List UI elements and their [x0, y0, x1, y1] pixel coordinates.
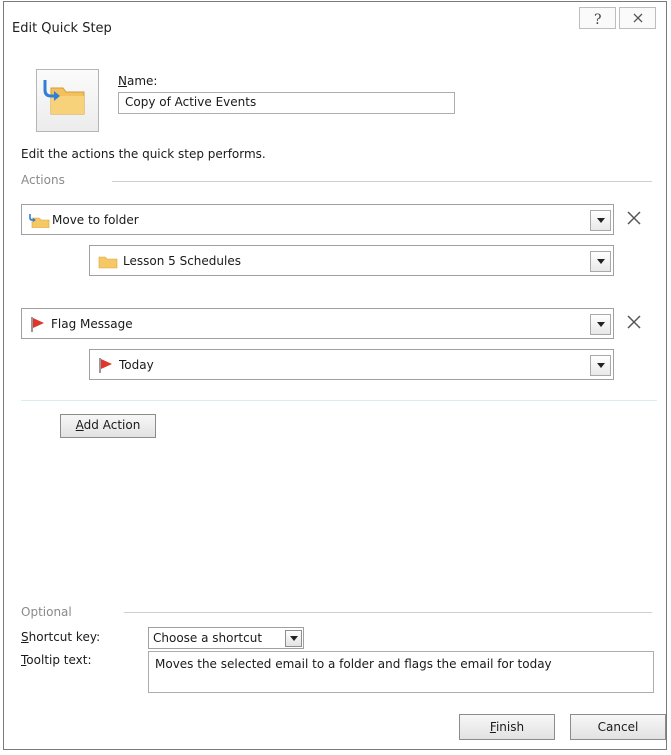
- action-1-label: Move to folder: [52, 213, 139, 227]
- action-1-dropdown-button[interactable]: [590, 210, 611, 231]
- cancel-button[interactable]: Cancel: [570, 714, 666, 740]
- chevron-down-icon: [596, 322, 605, 327]
- help-button[interactable]: ?: [579, 7, 616, 29]
- action-2-select[interactable]: Flag Message: [21, 308, 614, 339]
- chevron-down-icon: [596, 363, 605, 368]
- edit-quick-step-dialog: Edit Quick Step ? Name: Copy of Active E…: [3, 1, 667, 750]
- optional-section-line: [124, 612, 652, 613]
- name-input[interactable]: Copy of Active Events: [118, 92, 455, 114]
- action-1-folder-dropdown-button[interactable]: [590, 251, 611, 272]
- folder-icon: [98, 256, 118, 269]
- action-2-dropdown-button[interactable]: [590, 314, 611, 335]
- add-action-button[interactable]: Add Action: [60, 414, 156, 438]
- tooltip-text-input[interactable]: Moves the selected email to a folder and…: [148, 651, 654, 693]
- finish-button[interactable]: Finish: [459, 714, 555, 740]
- actions-section-line: [112, 181, 652, 182]
- help-icon: ?: [594, 12, 602, 27]
- action-1-folder-select[interactable]: Lesson 5 Schedules: [89, 245, 614, 276]
- instructions-text: Edit the actions the quick step performs…: [21, 147, 266, 161]
- quick-step-icon-button[interactable]: [36, 69, 99, 132]
- red-flag-icon: [31, 317, 44, 332]
- action-2-flag-dropdown-button[interactable]: [590, 355, 611, 376]
- tooltip-text-label: Tooltip text:: [21, 653, 92, 667]
- dialog-title: Edit Quick Step: [12, 21, 112, 36]
- action-2-flag-select[interactable]: Today: [89, 349, 614, 380]
- optional-section-label: Optional: [21, 605, 72, 619]
- move-to-folder-icon: [43, 80, 85, 115]
- move-to-folder-icon: [29, 214, 50, 228]
- action-1-folder-label: Lesson 5 Schedules: [123, 254, 241, 268]
- action-1-select[interactable]: Move to folder: [21, 204, 614, 235]
- red-flag-icon: [99, 358, 112, 373]
- action-2-label: Flag Message: [51, 317, 133, 331]
- chevron-down-icon: [289, 636, 298, 641]
- action-2-flag-label: Today: [119, 358, 154, 372]
- svg-text:?: ?: [594, 12, 602, 27]
- actions-section-label: Actions: [21, 173, 65, 187]
- shortcut-key-select[interactable]: Choose a shortcut: [148, 627, 304, 649]
- close-icon: [633, 13, 642, 23]
- chevron-down-icon: [596, 259, 605, 264]
- actions-divider: [21, 400, 657, 401]
- remove-action-2-icon[interactable]: [625, 313, 643, 331]
- close-button[interactable]: [619, 7, 656, 29]
- shortcut-key-dropdown-button[interactable]: [285, 630, 302, 647]
- chevron-down-icon: [596, 218, 605, 223]
- shortcut-key-value: Choose a shortcut: [153, 631, 263, 645]
- shortcut-key-label: Shortcut key:: [21, 630, 101, 644]
- remove-action-1-icon[interactable]: [625, 209, 643, 227]
- name-label: Name:: [118, 74, 158, 88]
